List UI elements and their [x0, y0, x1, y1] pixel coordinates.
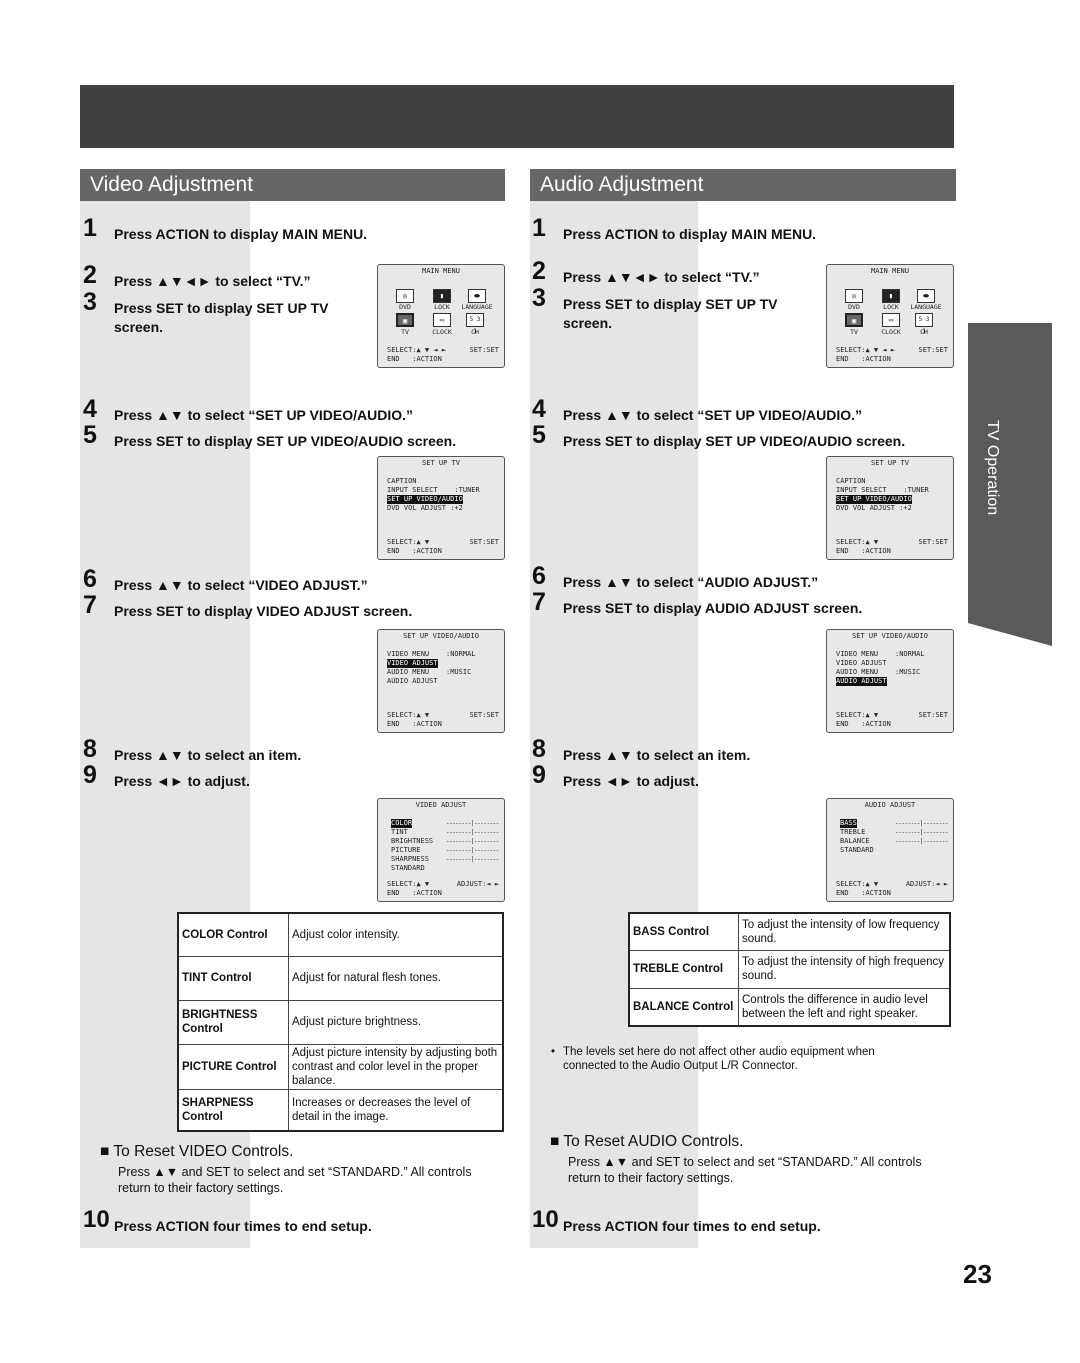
- table-row: COLOR Control Adjust color intensity.: [177, 912, 504, 957]
- treble-slider: --------|--------: [895, 829, 948, 836]
- video-step-3: 3 Press SET to display SET UP TV screen.: [83, 288, 329, 336]
- audio-reset-heading: To Reset AUDIO Controls.: [563, 1133, 744, 1150]
- audio-step-1: 1 Press ACTION to display MAIN MENU.: [532, 214, 817, 243]
- audio-step-7: 7 Press SET to display AUDIO ADJUST scree…: [532, 588, 863, 617]
- bullet-square-icon: ■: [100, 1143, 114, 1160]
- right-shade-column: [530, 201, 698, 1248]
- bass-slider: --------|--------: [895, 820, 948, 827]
- video-section-title: Video Adjustment: [80, 169, 505, 201]
- table-row: PICTURE Control Adjust picture intensity …: [177, 1043, 504, 1090]
- bullet-icon: •: [551, 1046, 556, 1058]
- disc-icon: ◎: [396, 289, 414, 303]
- audio-step-5: 5 Press SET to display SET UP VIDEO/AUDIO…: [532, 421, 906, 450]
- table-row: SHARPNESS Control Increases or decreases …: [177, 1088, 504, 1132]
- channel-icon: 5 3 1: [915, 313, 933, 335]
- selected-adjust-item: COLOR: [391, 819, 413, 828]
- audio-note: • The levels set here do not affect othe…: [551, 1046, 875, 1072]
- brightness-slider: --------|--------: [446, 838, 499, 845]
- audio-reset-body: Press ▲▼ and SET to select and set “STAN…: [568, 1155, 922, 1185]
- setup-video-audio-screen: SET UP VIDEO/AUDIO VIDEO MENU :NORMAL VI…: [377, 629, 505, 733]
- lips-icon: ⬬: [917, 289, 935, 303]
- video-step-9: 9 Press ◄► to adjust.: [83, 761, 250, 790]
- table-row: BASS Control To adjust the intensity of l…: [628, 912, 951, 951]
- video-step-2: 2 Press ▲▼◄► to select “TV.”: [83, 261, 311, 290]
- audio-control-table: BASS Control To adjust the intensity of l…: [628, 912, 951, 1027]
- lips-icon: ⬬: [468, 289, 486, 303]
- setup-video-audio-screen: SET UP VIDEO/AUDIO VIDEO MENU :NORMAL VI…: [826, 629, 954, 733]
- tint-slider: --------|--------: [446, 829, 499, 836]
- table-row: TREBLE Control To adjust the intensity of…: [628, 949, 951, 989]
- selected-menu-item: SET UP VIDEO/AUDIO: [836, 495, 912, 504]
- table-row: TINT Control Adjust for natural flesh ton…: [177, 955, 504, 1001]
- video-step-7: 7 Press SET to display VIDEO ADJUST scree…: [83, 591, 413, 620]
- video-control-table: COLOR Control Adjust color intensity. TIN…: [177, 912, 504, 1132]
- setup-tv-screen: SET UP TV CAPTION INPUT SELECT :TUNER SE…: [826, 456, 954, 560]
- video-step-1: 1 Press ACTION to display MAIN MENU.: [83, 214, 368, 243]
- video-step-6: 6 Press ▲▼ to select “VIDEO ADJUST.”: [83, 565, 368, 594]
- video-step-5: 5 Press SET to display SET UP VIDEO/AUDIO…: [83, 421, 457, 450]
- setup-tv-screen: SET UP TV CAPTION INPUT SELECT :TUNER SE…: [377, 456, 505, 560]
- video-step-10: 10 Press ACTION four times to end setup.: [83, 1206, 372, 1235]
- selected-menu-item: VIDEO ADJUST: [387, 659, 438, 668]
- audio-step-2: 2 Press ▲▼◄► to select “TV.”: [532, 257, 760, 286]
- selected-menu-item: AUDIO ADJUST: [836, 677, 887, 686]
- selected-menu-item: SET UP VIDEO/AUDIO: [387, 495, 463, 504]
- picture-slider: --------|--------: [446, 847, 499, 854]
- audio-section-title: Audio Adjustment: [530, 169, 956, 201]
- audio-reset-block: ■ To Reset AUDIO Controls.: [550, 1133, 743, 1151]
- main-menu-screen: MAIN MENU ◎ DVD ▮ LOCK ⬬ LANGUAGE ▣ TV ▭…: [377, 264, 505, 368]
- audio-step-4: 4 Press ▲▼ to select “SET UP VIDEO/AUDIO.…: [532, 395, 862, 424]
- disc-icon: ◎: [845, 289, 863, 303]
- clock-icon: ▭: [882, 313, 900, 327]
- sharpness-slider: --------|--------: [446, 856, 499, 863]
- video-reset-body: Press ▲▼ and SET to select and set “STAN…: [118, 1165, 472, 1195]
- table-row: BALANCE Control Controls the difference i…: [628, 987, 951, 1027]
- audio-step-8: 8 Press ▲▼ to select an item.: [532, 735, 751, 764]
- lock-icon: ▮: [433, 289, 451, 303]
- channel-icon: 5 3 1: [466, 313, 484, 335]
- audio-step-3: 3 Press SET to display SET UP TV screen.: [532, 284, 778, 332]
- selected-adjust-item: BASS: [840, 819, 857, 828]
- video-step-4: 4 Press ▲▼ to select “SET UP VIDEO/AUDIO.…: [83, 395, 413, 424]
- main-menu-screen: MAIN MENU ◎ DVD ▮ LOCK ⬬ LANGUAGE ▣ TV ▭…: [826, 264, 954, 368]
- side-tab-label: TV Operation: [984, 420, 1001, 516]
- audio-step-6: 6 Press ▲▼ to select “AUDIO ADJUST.”: [532, 562, 819, 591]
- video-step-8: 8 Press ▲▼ to select an item.: [83, 735, 302, 764]
- page-header-bar: [80, 85, 954, 148]
- audio-step-9: 9 Press ◄► to adjust.: [532, 761, 699, 790]
- balance-slider: --------|--------: [895, 838, 948, 845]
- lock-icon: ▮: [882, 289, 900, 303]
- video-reset-heading: To Reset VIDEO Controls.: [113, 1143, 294, 1160]
- video-reset-block: ■ To Reset VIDEO Controls.: [100, 1143, 293, 1161]
- video-adjust-screen: VIDEO ADJUST COLOR TINT BRIGHTNESS PICTU…: [377, 798, 505, 902]
- page-number: 23: [963, 1259, 992, 1289]
- audio-adjust-screen: AUDIO ADJUST BASS TREBLE BALANCE STANDAR…: [826, 798, 954, 902]
- side-tab: [968, 323, 1052, 646]
- clock-icon: ▭: [433, 313, 451, 327]
- bullet-square-icon: ■: [550, 1133, 564, 1150]
- audio-step-10: 10 Press ACTION four times to end setup.: [532, 1206, 821, 1235]
- color-slider: --------|--------: [446, 820, 499, 827]
- tv-icon: ▣: [396, 313, 414, 327]
- tv-icon: ▣: [845, 313, 863, 327]
- table-row: BRIGHTNESS Control Adjust picture brightn…: [177, 999, 504, 1045]
